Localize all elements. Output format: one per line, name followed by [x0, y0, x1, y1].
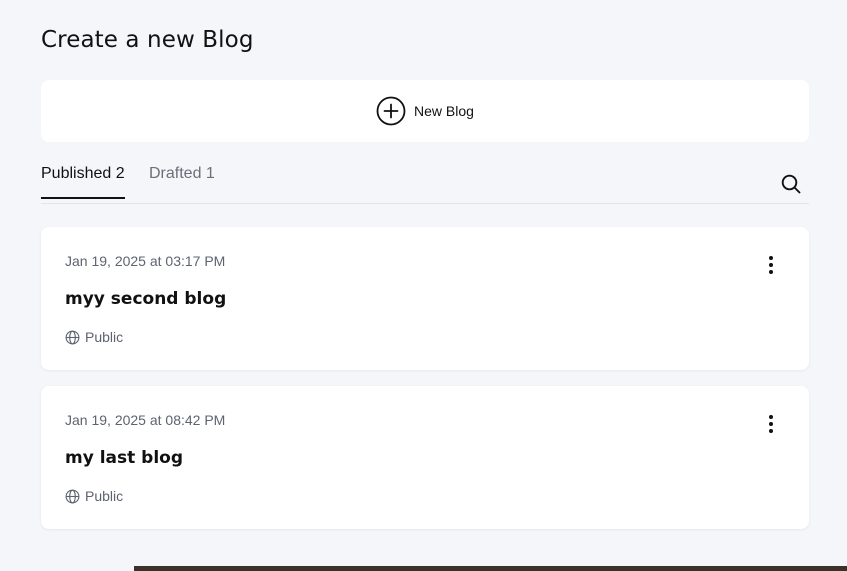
- blog-title[interactable]: my last blog: [65, 448, 183, 468]
- more-options-icon[interactable]: [763, 255, 779, 275]
- globe-icon: [65, 330, 80, 344]
- visibility-badge: Public: [65, 329, 123, 345]
- new-blog-label: New Blog: [414, 103, 474, 119]
- tab-bar: Published 2 Drafted 1: [41, 155, 809, 204]
- page-title: Create a new Blog: [41, 27, 254, 53]
- blog-card[interactable]: Jan 19, 2025 at 03:17 PM myy second blog…: [41, 227, 809, 370]
- new-blog-button[interactable]: New Blog: [41, 80, 809, 142]
- blog-date: Jan 19, 2025 at 03:17 PM: [65, 253, 226, 269]
- globe-icon: [65, 489, 80, 503]
- plus-circle-icon: [376, 96, 406, 126]
- visibility-label: Public: [85, 329, 124, 345]
- bottom-strip: [134, 566, 847, 571]
- search-icon[interactable]: [780, 173, 802, 195]
- tab-drafted[interactable]: Drafted 1: [149, 165, 215, 197]
- more-options-icon[interactable]: [763, 414, 779, 434]
- blog-card[interactable]: Jan 19, 2025 at 08:42 PM my last blog Pu…: [41, 386, 809, 529]
- visibility-label: Public: [85, 488, 124, 504]
- blog-date: Jan 19, 2025 at 08:42 PM: [65, 412, 226, 428]
- visibility-badge: Public: [65, 488, 123, 504]
- blog-title[interactable]: myy second blog: [65, 289, 226, 309]
- tab-published[interactable]: Published 2: [41, 165, 125, 199]
